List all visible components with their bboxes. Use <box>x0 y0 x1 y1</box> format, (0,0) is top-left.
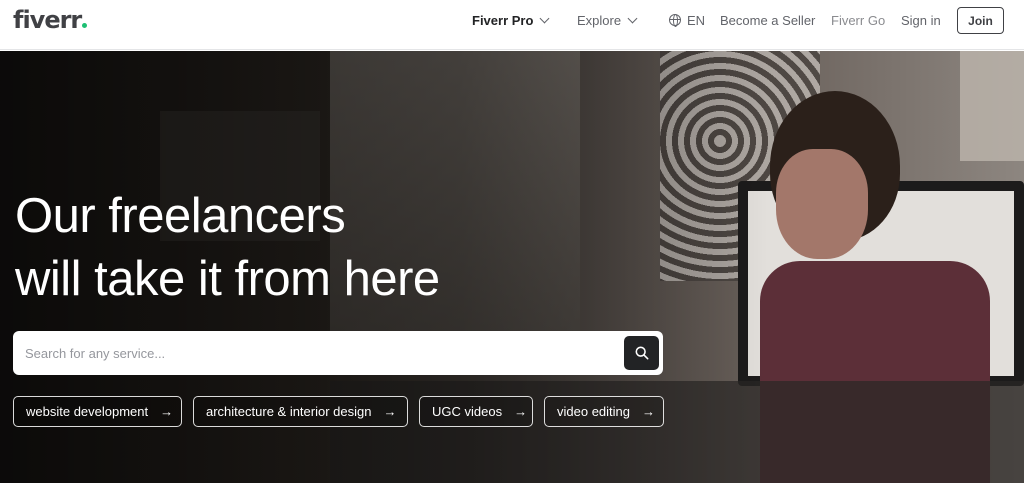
tag-architecture-interior-design[interactable]: architecture & interior design → <box>193 396 408 427</box>
arrow-right-icon: → <box>160 404 174 419</box>
fiverr-go-link[interactable]: Fiverr Go <box>831 13 885 29</box>
tag-label: video editing <box>557 404 630 419</box>
tag-label: UGC videos <box>432 404 503 419</box>
language-selector[interactable]: EN <box>669 13 705 29</box>
tag-ugc-videos[interactable]: UGC videos → <box>419 396 533 427</box>
explore-label: Explore <box>577 13 622 28</box>
arrow-right-icon: → <box>514 404 528 419</box>
search-input[interactable] <box>25 331 615 375</box>
language-label: EN <box>687 13 706 28</box>
headline-line-2: will take it from here <box>15 252 440 306</box>
top-navigation-bar: fiverr Fiverr Pro Explore EN Become a Se… <box>0 0 1024 50</box>
hero-headline: Our freelancers will take it from here <box>15 185 535 311</box>
arrow-right-icon: → <box>383 404 397 419</box>
search-bar <box>13 331 663 375</box>
chevron-down-icon <box>627 13 638 24</box>
become-seller-link[interactable]: Become a Seller <box>720 13 815 29</box>
globe-icon <box>669 14 681 27</box>
arrow-right-icon: → <box>642 404 655 419</box>
sign-in-link[interactable]: Sign in <box>901 13 941 29</box>
chevron-down-icon <box>539 13 550 24</box>
fiverr-logo[interactable]: fiverr <box>13 6 88 34</box>
search-icon <box>635 346 648 360</box>
tag-label: architecture & interior design <box>206 404 372 419</box>
fiverr-pro-label: Fiverr Pro <box>472 13 534 28</box>
join-button[interactable]: Join <box>957 7 1004 34</box>
explore-menu[interactable]: Explore <box>577 13 638 29</box>
hero-section: Our freelancers will take it from here w… <box>0 51 1024 483</box>
search-button[interactable] <box>624 336 659 370</box>
fiverr-pro-menu[interactable]: Fiverr Pro <box>472 13 550 29</box>
tag-video-editing[interactable]: video editing → <box>544 396 664 427</box>
logo-dot <box>82 23 88 28</box>
logo-text: fiverr <box>13 6 82 34</box>
headline-line-1: Our freelancers <box>15 189 346 243</box>
tag-website-development[interactable]: website development → <box>13 396 182 427</box>
tag-label: website development <box>26 404 149 419</box>
